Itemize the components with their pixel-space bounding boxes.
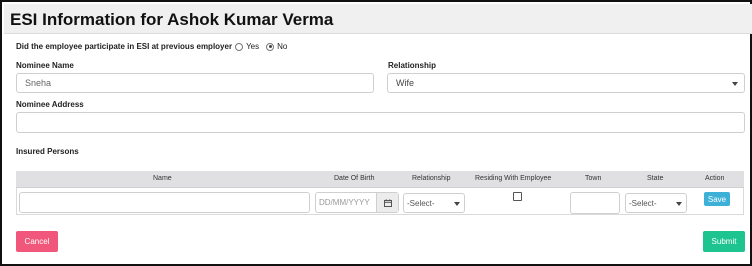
radio-no[interactable]	[266, 42, 275, 51]
chevron-down-icon	[454, 202, 460, 206]
esi-previous-employer-question: Did the employee participate in ESI at p…	[16, 42, 291, 51]
radio-yes[interactable]	[235, 42, 244, 51]
dob-input[interactable]: DD/MM/YYYY	[315, 192, 399, 213]
dob-placeholder: DD/MM/YYYY	[319, 198, 370, 207]
calendar-icon	[383, 198, 392, 207]
insured-relationship-value: -Select-	[407, 198, 435, 208]
col-relationship: Relationship	[412, 175, 451, 182]
insured-table-header: Name Date Of Birth Relationship Residing…	[16, 171, 744, 188]
nominee-name-input[interactable]: Sneha	[16, 73, 374, 93]
table-row: DD/MM/YYYY -Select- -Select- Save	[16, 188, 744, 215]
residing-with-employee-checkbox[interactable]	[513, 192, 522, 201]
save-button[interactable]: Save	[704, 192, 730, 206]
col-residing: Residing With Employee	[475, 175, 552, 182]
esi-form-window: ESI Information for Ashok Kumar Verma Di…	[0, 0, 752, 266]
chevron-down-icon	[732, 82, 738, 86]
radio-yes-label: Yes	[246, 42, 260, 51]
relationship-value: Wife	[396, 78, 414, 88]
relationship-select[interactable]: Wife	[387, 73, 745, 93]
nominee-name-label: Nominee Name	[16, 61, 74, 70]
col-name: Name	[153, 175, 172, 182]
nominee-name-value: Sneha	[25, 78, 52, 88]
state-value: -Select-	[629, 198, 657, 208]
insured-persons-heading: Insured Persons	[16, 147, 79, 156]
cancel-button[interactable]: Cancel	[16, 231, 58, 252]
insured-relationship-select[interactable]: -Select-	[403, 193, 465, 213]
state-select[interactable]: -Select-	[625, 193, 687, 213]
radio-no-label: No	[277, 42, 288, 51]
col-action: Action	[705, 175, 725, 182]
col-state: State	[647, 175, 664, 182]
insured-name-input[interactable]	[19, 192, 310, 213]
submit-button[interactable]: Submit	[703, 231, 745, 252]
esi-question-text: Did the employee participate in ESI at p…	[16, 42, 233, 51]
nominee-address-label: Nominee Address	[16, 100, 84, 109]
col-dob: Date Of Birth	[334, 175, 375, 182]
col-town: Town	[585, 175, 602, 182]
town-input[interactable]	[570, 192, 620, 214]
page-header: ESI Information for Ashok Kumar Verma	[4, 4, 752, 34]
nominee-address-input[interactable]	[16, 112, 745, 133]
relationship-label: Relationship	[388, 61, 437, 70]
page-title: ESI Information for Ashok Kumar Verma	[10, 10, 334, 29]
calendar-button[interactable]	[376, 193, 398, 212]
chevron-down-icon	[676, 202, 682, 206]
